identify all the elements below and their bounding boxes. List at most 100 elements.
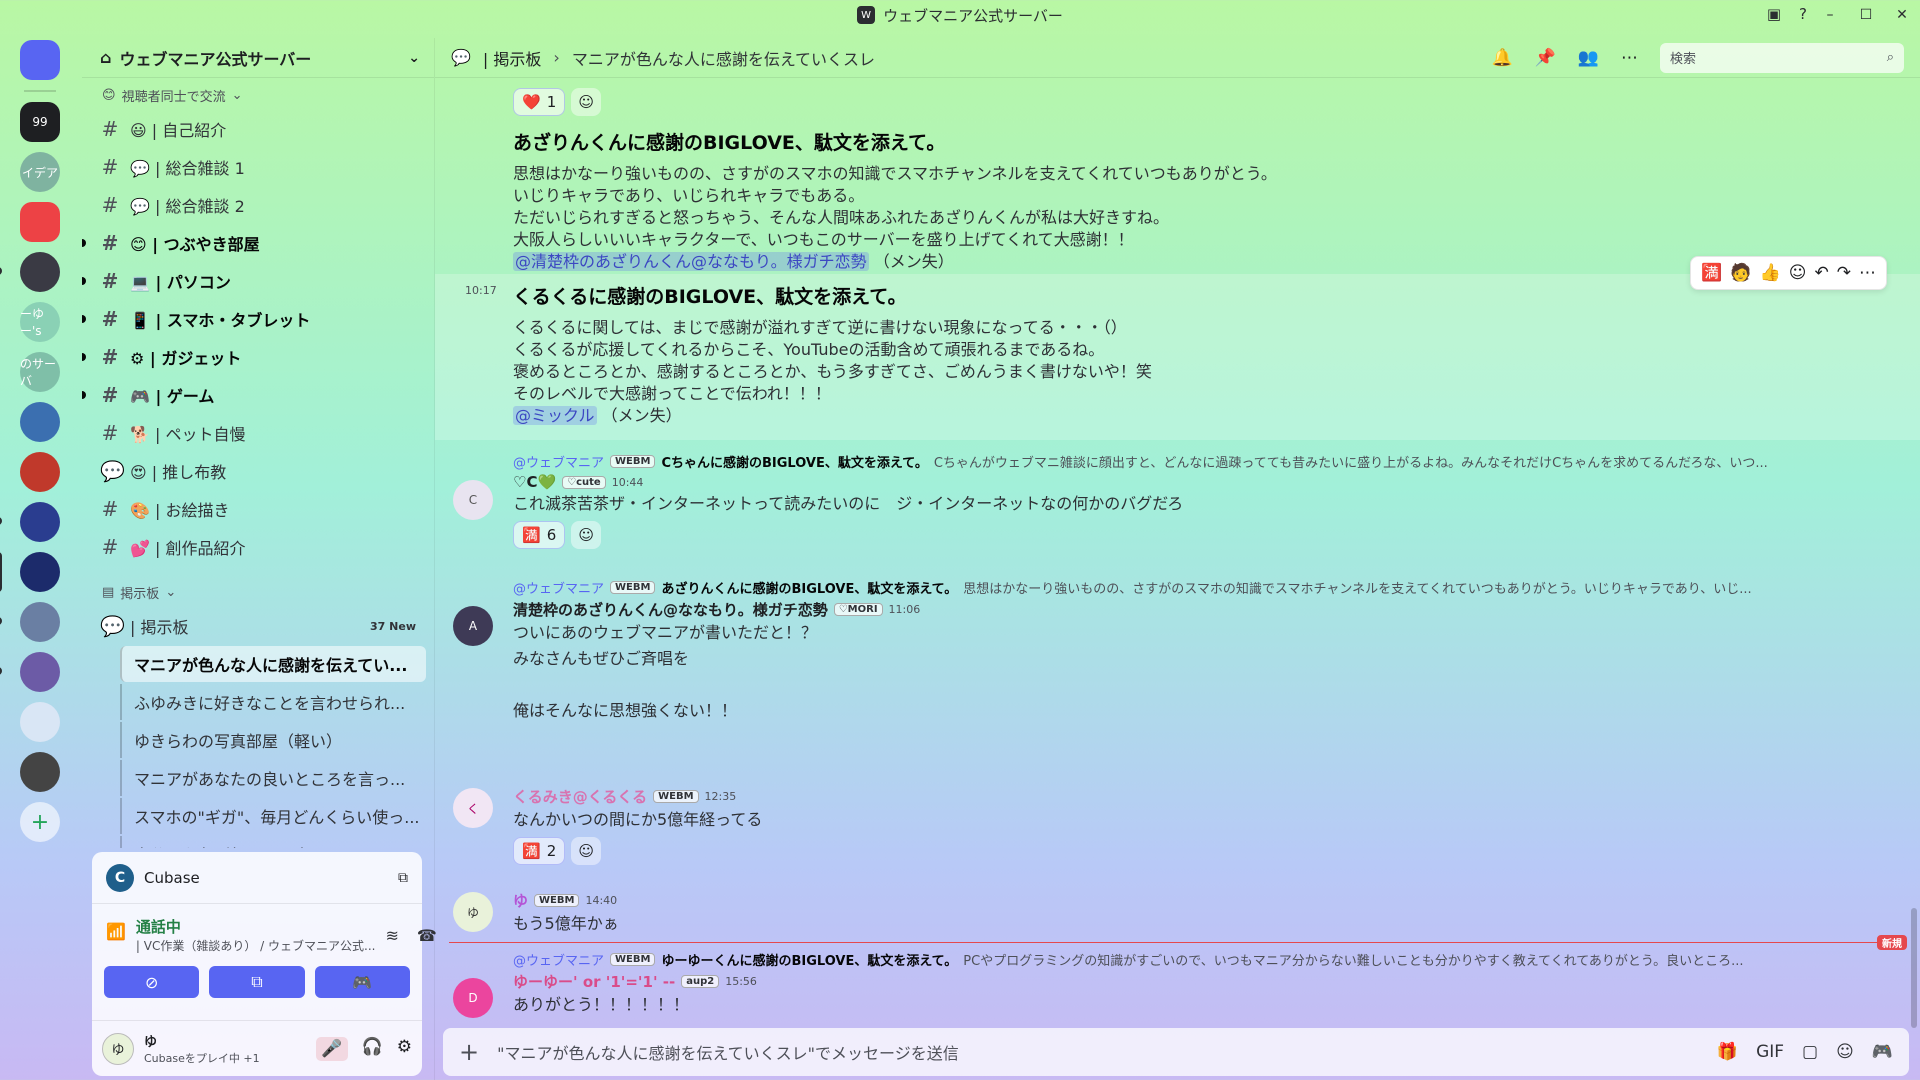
server-icon-4[interactable] [0, 252, 60, 292]
channel-item[interactable]: # 💻 | パソコン [82, 263, 426, 299]
close-button[interactable]: ✕ [1884, 7, 1920, 23]
board-crumb[interactable]: | 掲示板 [483, 46, 541, 70]
avatar[interactable]: D [453, 978, 493, 1018]
more-icon[interactable]: ⋯ [1621, 48, 1638, 68]
channel-board[interactable]: 💬 | 掲示板 37 New [90, 608, 426, 644]
pin-icon[interactable]: 📌 [1535, 48, 1556, 68]
server-icon-6[interactable]: のサーバ [20, 352, 60, 392]
thread-item[interactable]: 自分の印象が気になる人スレ [120, 836, 426, 848]
channel-item[interactable]: # 🎮 | ゲーム [82, 377, 426, 413]
reply-reference[interactable]: @ウェブマニア WEBM Cちゃんに感謝のBIGLOVE、駄文を添えて。 Cちゃ… [513, 452, 1883, 471]
thread-item[interactable]: スマホの"ギガ"、毎月どんくらい使っ... [120, 798, 426, 834]
reaction-heart[interactable]: ❤️ 1 [513, 88, 566, 116]
screen-share-button[interactable]: ⧉ [209, 966, 305, 998]
channel-item[interactable]: # 🐕 | ペット自慢 [90, 415, 426, 451]
server-icon-7[interactable] [20, 402, 60, 442]
minimize-button[interactable]: – [1812, 7, 1848, 23]
thumbs-up-icon[interactable]: 👍 [1760, 263, 1781, 283]
author-name[interactable]: ゆーゆー' or '1'='1' -- [513, 971, 675, 992]
server-icon-3[interactable] [20, 202, 60, 242]
server-icon-13[interactable] [20, 702, 60, 742]
add-server-icon[interactable]: + [20, 802, 60, 842]
scrollbar[interactable] [1911, 908, 1917, 1028]
author-name[interactable]: くるみき@くるくる [513, 786, 647, 807]
reaction-chip[interactable]: 🈵 2 [513, 837, 566, 865]
more-icon[interactable]: ⋯ [1859, 263, 1876, 283]
noise-suppression-icon[interactable]: ≋ [385, 926, 398, 945]
channel-item[interactable]: 💬 😍 | 推し布教 [90, 453, 426, 489]
server-icon-10[interactable] [0, 552, 60, 592]
server-icon-9[interactable] [0, 502, 60, 542]
add-reaction-icon[interactable]: ☺ [571, 88, 602, 116]
server-header[interactable]: ⌂ ウェブマニア公式サーバー ⌄ [82, 38, 434, 78]
channel-item[interactable]: # ⚙ | ガジェット [82, 339, 426, 375]
user-mention[interactable]: @清楚枠のあざりんくん@ななもり。様ガチ恋勢 [513, 252, 869, 271]
server-icon-5[interactable]: ーゆー's [20, 302, 60, 342]
avatar[interactable]: ゆ [102, 1032, 134, 1065]
channel-item[interactable]: # 💬 | 総合雑談 2 [90, 187, 426, 223]
thread-item[interactable]: ゆきらわの写真部屋（軽い） [120, 722, 426, 758]
server-icon-2[interactable]: イデア [20, 152, 60, 192]
avatar[interactable]: ゆ [453, 892, 493, 932]
threads-icon[interactable]: 💬 [451, 48, 471, 67]
reaction-shortcut-icon[interactable]: 🧑 [1730, 263, 1751, 283]
activity-row[interactable]: C Cubase ⧉ [92, 852, 422, 904]
server-icon-14[interactable] [20, 752, 60, 792]
author-name[interactable]: ゆ [513, 890, 528, 911]
thread-item[interactable]: マニアがあなたの良いところを言っ... [120, 760, 426, 796]
mic-muted-icon[interactable]: 🎤 [316, 1036, 348, 1061]
category-header-board[interactable]: ▤ 掲示板 ⌄ [90, 579, 426, 606]
add-reaction-icon[interactable]: ☺ [571, 837, 602, 865]
emoji-icon[interactable]: ☺ [1836, 1042, 1854, 1062]
user-mention[interactable]: @ミックル [513, 406, 597, 425]
message-composer[interactable]: + "マニアが色んな人に感謝を伝えていくスレ"でメッセージを送信 🎁 GIF ▢… [443, 1028, 1909, 1076]
channel-item[interactable]: # 🎨 | お絵描き [90, 491, 426, 527]
channel-item[interactable]: # 💕 | 創作品紹介 [90, 529, 426, 565]
channel-item[interactable]: # 😃 | 自己紹介 [90, 111, 426, 147]
members-icon[interactable]: 👥 [1578, 48, 1599, 68]
avatar[interactable]: C [453, 480, 493, 520]
headphones-icon[interactable]: 🎧 [362, 1037, 383, 1061]
channel-item[interactable]: # 😊 | つぶやき部屋 [82, 225, 426, 261]
gear-icon[interactable]: ⚙ [397, 1037, 412, 1061]
server-icon-0[interactable] [20, 40, 60, 80]
search-input[interactable]: 検索 ⌕ [1660, 42, 1904, 73]
plus-icon[interactable]: + [459, 1038, 479, 1066]
avatar[interactable]: A [453, 606, 493, 646]
signal-icon[interactable]: 📶 [106, 922, 126, 948]
channel-item[interactable]: # 📱 | スマホ・タブレット [82, 301, 426, 337]
gift-icon[interactable]: 🎁 [1717, 1042, 1738, 1062]
gif-icon[interactable]: GIF [1756, 1042, 1784, 1062]
sticker-icon[interactable]: ▢ [1802, 1042, 1818, 1062]
camera-off-button[interactable]: ⊘ [104, 966, 200, 998]
server-icon-11[interactable] [0, 602, 60, 642]
maximize-button[interactable]: ☐ [1848, 7, 1884, 23]
avatar[interactable]: く [453, 788, 493, 828]
forward-icon[interactable]: ↷ [1837, 263, 1851, 283]
thread-item[interactable]: ふゆみきに好きなことを言わせられ... [120, 684, 426, 720]
category-header[interactable]: 😊 視聴者同士で交流 ⌄ [90, 82, 426, 109]
thread-item[interactable]: マニアが色んな人に感謝を伝えてい... [120, 646, 426, 682]
voice-channel-name[interactable]: | VC作業（雑談あり） / ウェブマニア公式... [136, 937, 376, 954]
rail-separator [24, 90, 56, 92]
reply-icon[interactable]: ↶ [1815, 263, 1829, 283]
voice-buttons: ⊘ ⧉ 🎮 [92, 966, 422, 998]
inbox-icon[interactable]: ▣ [1763, 5, 1785, 25]
screen-share-icon[interactable]: ⧉ [398, 870, 408, 886]
help-icon[interactable]: ? [1792, 5, 1814, 25]
author-name[interactable]: ♡C💚 [513, 473, 556, 491]
reaction-shortcut-icon[interactable]: 🈵 [1701, 263, 1722, 283]
reaction-chip[interactable]: 🈵 6 [513, 521, 566, 549]
server-icon-1[interactable]: 99 [20, 102, 60, 142]
add-reaction-icon[interactable]: ☺ [1789, 263, 1807, 283]
activity-button[interactable]: 🎮 [314, 966, 410, 998]
author-name[interactable]: 清楚枠のあざりんくん@ななもり。様ガチ恋勢 [513, 599, 828, 620]
server-icon-12[interactable] [0, 652, 60, 692]
reply-reference[interactable]: @ウェブマニア WEBM ゆーゆーくんに感謝のBIGLOVE、駄文を添えて。 P… [513, 950, 1883, 969]
server-icon-8[interactable] [20, 452, 60, 492]
channel-item[interactable]: # 💬 | 総合雑談 1 [90, 149, 426, 185]
add-reaction-icon[interactable]: ☺ [571, 521, 602, 549]
game-icon[interactable]: 🎮 [1872, 1042, 1893, 1062]
reply-reference[interactable]: @ウェブマニア WEBM あざりんくんに感謝のBIGLOVE、駄文を添えて。 思… [513, 578, 1883, 597]
bell-icon[interactable]: 🔔 [1491, 48, 1512, 68]
